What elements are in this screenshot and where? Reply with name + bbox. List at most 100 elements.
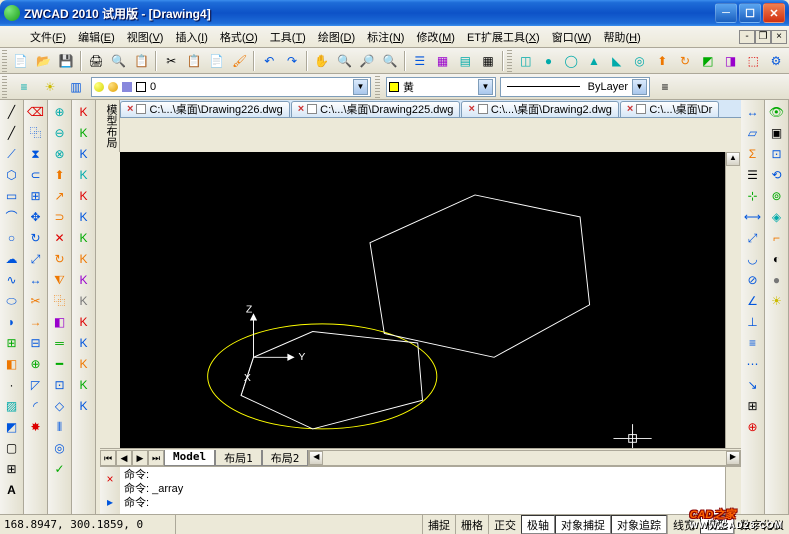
fillet-button[interactable]: ◜	[26, 396, 46, 416]
dropdown-icon[interactable]: ▼	[478, 79, 493, 95]
menu-draw[interactable]: 绘图(D)	[312, 27, 361, 47]
hatch-button[interactable]: ▨	[2, 396, 22, 416]
matchprop-button[interactable]: 🖌	[229, 50, 251, 72]
move-button[interactable]: ✥	[26, 207, 46, 227]
arc-button[interactable]: ⌒	[2, 207, 22, 227]
copy-edge-button[interactable]: ═	[50, 333, 70, 353]
et-15[interactable]: K	[74, 396, 94, 416]
file-tab-3[interactable]: ×C:\...\桌面\Dr	[620, 101, 719, 117]
ortho-toggle[interactable]: 正交	[488, 515, 521, 534]
spline-button[interactable]: ∿	[2, 270, 22, 290]
tab-last[interactable]: ⏭	[148, 450, 164, 466]
zoom-rt-button[interactable]: 🔍	[334, 50, 356, 72]
interfere-button[interactable]: ⬚	[742, 50, 764, 72]
tolerance-button[interactable]: ⊞	[743, 396, 763, 416]
menu-edit[interactable]: 编辑(E)	[72, 27, 121, 47]
et-1[interactable]: K	[74, 102, 94, 122]
command-window[interactable]: 命令: 命令: _array 命令:	[120, 467, 725, 514]
et-5[interactable]: K	[74, 186, 94, 206]
tab-next[interactable]: ▶	[132, 450, 148, 466]
dim-continue[interactable]: ⋯	[743, 354, 763, 374]
menu-ettools[interactable]: ET扩展工具(X)	[461, 27, 546, 47]
join-button[interactable]: ⊕	[26, 354, 46, 374]
et-2[interactable]: K	[74, 123, 94, 143]
close-tab-icon[interactable]: ×	[627, 103, 633, 115]
top-view[interactable]: ▣	[767, 123, 787, 143]
layer-states-button[interactable]: ☀	[39, 76, 61, 98]
box-button[interactable]: ◫	[515, 50, 537, 72]
cone-button[interactable]: ▲	[583, 50, 605, 72]
maximize-button[interactable]: ☐	[739, 3, 761, 23]
scale-button[interactable]: ⤢	[26, 249, 46, 269]
rotate-face-button[interactable]: ↻	[50, 249, 70, 269]
menu-window[interactable]: 窗口(W)	[546, 27, 598, 47]
table-button[interactable]: ⊞	[2, 459, 22, 479]
layer-prev-button[interactable]: ▥	[65, 76, 87, 98]
ellipse-button[interactable]: ⬭	[2, 291, 22, 311]
prop-grip-2[interactable]	[375, 76, 380, 98]
named-views[interactable]: 👁	[767, 102, 787, 122]
swiso[interactable]: ◈	[767, 207, 787, 227]
region-button[interactable]: ▢	[2, 438, 22, 458]
cmd-expand-icon[interactable]: ▸	[107, 496, 113, 508]
osnap-toggle[interactable]: 对象捕捉	[555, 515, 611, 534]
move-face-button[interactable]: ↗	[50, 186, 70, 206]
et-14[interactable]: K	[74, 375, 94, 395]
layer-manager-button[interactable]: ≡	[13, 76, 35, 98]
close-tab-icon[interactable]: ×	[127, 103, 133, 115]
copy-button[interactable]: 📋	[183, 50, 205, 72]
3dorbit[interactable]: ⊚	[767, 186, 787, 206]
coordinates-display[interactable]: 168.8947, 300.1859, 0	[0, 515, 176, 534]
polar-toggle[interactable]: 极轴	[521, 515, 555, 534]
sphere-button[interactable]: ●	[538, 50, 560, 72]
properties-button[interactable]: ☰	[409, 50, 431, 72]
close-button[interactable]: ✕	[763, 3, 785, 23]
drawing-canvas[interactable]: Y Z X	[120, 152, 725, 448]
cylinder-button[interactable]: ◯	[560, 50, 582, 72]
menu-view[interactable]: 视图(V)	[121, 27, 170, 47]
id-button[interactable]: ⊹	[743, 186, 763, 206]
menu-help[interactable]: 帮助(H)	[597, 27, 646, 47]
et-4[interactable]: K	[74, 165, 94, 185]
delete-face-button[interactable]: ✕	[50, 228, 70, 248]
trim-button[interactable]: ✂	[26, 291, 46, 311]
zoom-win-button[interactable]: 🔎	[356, 50, 378, 72]
revcloud-button[interactable]: ☁	[2, 249, 22, 269]
tab-layout2[interactable]: 布局2	[262, 450, 309, 466]
front-view[interactable]: ⊡	[767, 144, 787, 164]
dim-radius[interactable]: ◡	[743, 249, 763, 269]
render-button[interactable]: ☀	[767, 291, 787, 311]
separate-button[interactable]: ⦀	[50, 417, 70, 437]
polygon-button[interactable]: ⬡	[2, 165, 22, 185]
publish-button[interactable]: 📋	[131, 50, 153, 72]
wedge-button[interactable]: ◣	[606, 50, 628, 72]
et-11[interactable]: K	[74, 312, 94, 332]
command-scrollbar[interactable]	[725, 467, 741, 514]
copy-obj-button[interactable]: ⿻	[26, 123, 46, 143]
dropdown-icon[interactable]: ▼	[353, 79, 368, 95]
subtract-button[interactable]: ⊖	[50, 123, 70, 143]
dim-diameter[interactable]: ⊘	[743, 270, 763, 290]
mirror-button[interactable]: ⧗	[26, 144, 46, 164]
menu-file[interactable]: 文件(F)	[24, 27, 72, 47]
open-button[interactable]: 📂	[33, 50, 55, 72]
circle-button[interactable]: ○	[2, 228, 22, 248]
shell-button[interactable]: ◎	[50, 438, 70, 458]
model-layout-vtab[interactable]: 模型布局	[100, 100, 120, 152]
slice-button[interactable]: ◩	[697, 50, 719, 72]
center-button[interactable]: ⊕	[743, 417, 763, 437]
xline-button[interactable]: ╱	[2, 123, 22, 143]
paste-button[interactable]: 📄	[206, 50, 228, 72]
cmd-close-icon[interactable]: ×	[106, 473, 113, 485]
et-12[interactable]: K	[74, 333, 94, 353]
close-tab-icon[interactable]: ×	[468, 103, 474, 115]
et-6[interactable]: K	[74, 207, 94, 227]
layer-combo[interactable]: 0 ▼	[91, 77, 371, 97]
scroll-left-icon[interactable]: ◀	[309, 451, 323, 465]
pline-button[interactable]: ⟋	[2, 144, 22, 164]
et-8[interactable]: K	[74, 249, 94, 269]
union-button[interactable]: ⊕	[50, 102, 70, 122]
dim-ordinate[interactable]: ⊥	[743, 312, 763, 332]
toolbar-grip[interactable]	[2, 50, 7, 72]
explode-button[interactable]: ✸	[26, 417, 46, 437]
